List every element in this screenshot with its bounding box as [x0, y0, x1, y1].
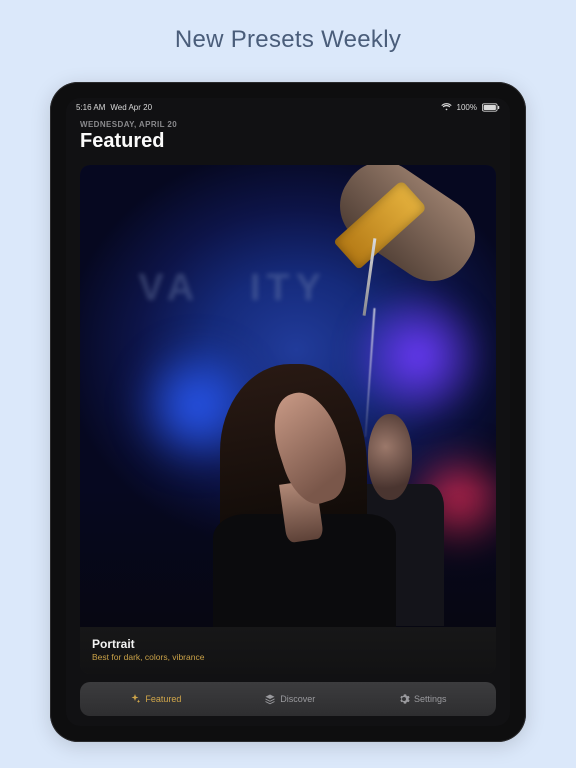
status-bar: 5:16 AM Wed Apr 20 100%: [66, 98, 510, 116]
header: WEDNESDAY, APRIL 20 Featured: [66, 116, 510, 161]
status-battery-text: 100%: [457, 103, 477, 112]
preset-name: Portrait: [92, 637, 484, 651]
sparkle-icon: [129, 693, 141, 705]
tab-label: Discover: [280, 694, 315, 704]
status-date: Wed Apr 20: [110, 103, 152, 112]
device-frame: 5:16 AM Wed Apr 20 100% WEDNESDAY, APRIL…: [50, 82, 526, 742]
tab-featured[interactable]: Featured: [129, 693, 181, 705]
stack-icon: [264, 693, 276, 705]
tab-label: Settings: [414, 694, 447, 704]
header-date: WEDNESDAY, APRIL 20: [80, 120, 496, 129]
gear-icon: [398, 693, 410, 705]
card-photo: VA ITY: [80, 165, 496, 627]
tab-discover[interactable]: Discover: [264, 693, 315, 705]
featured-card[interactable]: VA ITY Portrait Best for dark, colors, v…: [80, 165, 496, 674]
hero-title: New Presets Weekly: [175, 26, 401, 54]
preset-desc: Best for dark, colors, vibrance: [92, 652, 484, 662]
status-time: 5:16 AM: [76, 103, 105, 112]
wifi-icon: [441, 103, 452, 111]
device-screen: 5:16 AM Wed Apr 20 100% WEDNESDAY, APRIL…: [66, 98, 510, 726]
tab-settings[interactable]: Settings: [398, 693, 447, 705]
battery-icon: [482, 103, 500, 112]
tab-bar: Featured Discover Settings: [80, 682, 496, 716]
tab-label: Featured: [145, 694, 181, 704]
pouring-arm: [305, 179, 480, 364]
page-title: Featured: [80, 130, 496, 153]
card-meta: Portrait Best for dark, colors, vibrance: [80, 627, 496, 674]
